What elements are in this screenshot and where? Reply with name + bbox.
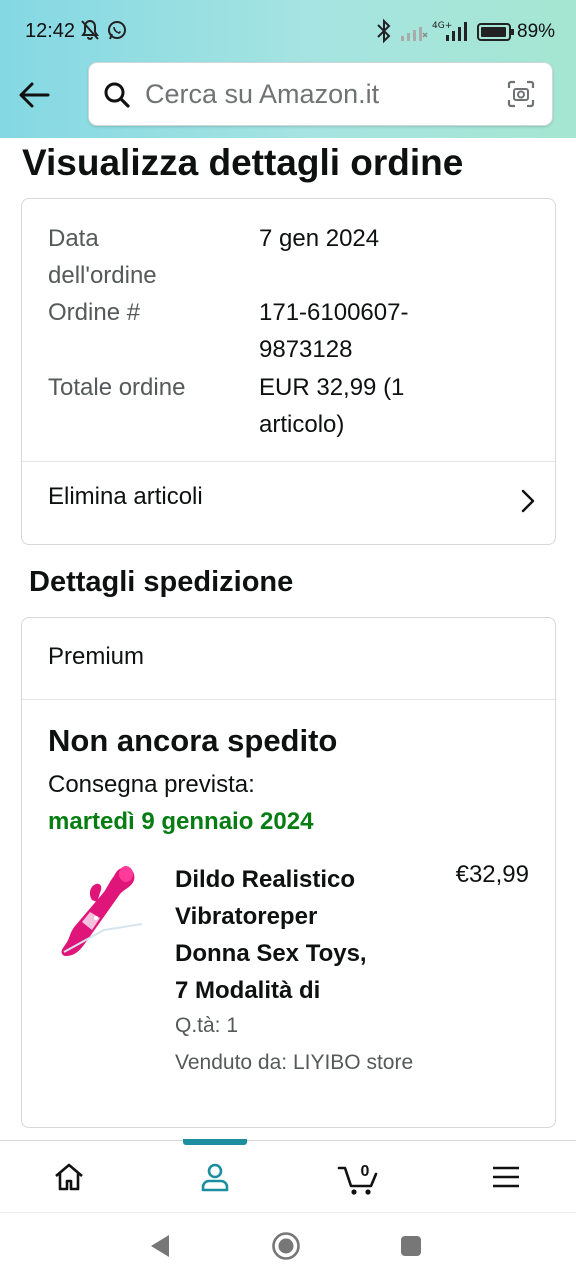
chevron-right-icon[interactable]	[521, 489, 535, 518]
recents-square-icon[interactable]	[400, 1235, 422, 1262]
product-seller: Venduto da: LIYIBO store	[175, 1051, 414, 1074]
product-price: €32,99	[455, 861, 529, 888]
status-bar: 12:42 4G+ 89%	[0, 0, 576, 64]
mute-icon	[79, 18, 101, 47]
network-type-label: 4G+	[432, 21, 452, 31]
system-navigation-bar	[0, 1212, 576, 1280]
back-arrow-icon	[19, 82, 50, 108]
divider	[22, 461, 555, 462]
shipping-service: Premium	[48, 643, 145, 670]
signal-icon-2: 4G+	[432, 19, 470, 48]
back-triangle-icon[interactable]	[148, 1233, 172, 1264]
menu-icon	[493, 1166, 519, 1188]
order-number-line1: 171-6100607-	[259, 299, 409, 326]
nav-menu[interactable]	[486, 1157, 526, 1197]
shipment-card: Premium Non ancora spedito Consegna prev…	[21, 617, 556, 1128]
status-time: 12:42	[25, 20, 76, 42]
page-title: Visualizza dettagli ordine	[22, 142, 464, 183]
delivery-estimate-label: Consegna prevista:	[48, 771, 255, 798]
nav-cart[interactable]: 0	[335, 1157, 385, 1197]
order-number-label: Ordine #	[48, 299, 141, 326]
order-total-line1: EUR 32,99 (1	[259, 374, 405, 401]
order-total-line2: articolo)	[259, 411, 345, 438]
shipment-status: Non ancora spedito	[48, 723, 338, 758]
order-total-label: Totale ordine	[48, 374, 186, 401]
order-date-label-line1: Data	[48, 225, 99, 252]
bottom-navigation: 0	[0, 1139, 576, 1212]
order-summary-card: Data dell'ordine 7 gen 2024 Ordine # 171…	[21, 198, 556, 545]
home-circle-icon[interactable]	[271, 1231, 301, 1266]
camera-scan-icon[interactable]	[506, 79, 536, 114]
order-date-label-line2: dell'ordine	[48, 262, 157, 289]
app-header: 12:42 4G+ 89% Cerca su Amazon.it	[0, 0, 576, 138]
search-box[interactable]: Cerca su Amazon.it	[88, 62, 553, 126]
cart-count: 0	[361, 1163, 370, 1180]
signal-icon-1	[400, 24, 428, 47]
product-image[interactable]	[52, 860, 143, 970]
battery-percent: 89%	[517, 21, 556, 42]
delivery-estimate-date: martedì 9 gennaio 2024	[48, 808, 314, 835]
product-title-line1: Dildo Realistico	[175, 866, 356, 893]
product-title-line3: Donna Sex Toys,	[175, 940, 367, 967]
search-input[interactable]: Cerca su Amazon.it	[145, 79, 379, 110]
order-number-line2: 9873128	[259, 336, 353, 363]
order-date-label: Data dell'ordine	[48, 220, 157, 294]
home-icon	[55, 1163, 83, 1191]
order-date-value: 7 gen 2024	[259, 225, 380, 252]
nav-home[interactable]	[49, 1157, 89, 1197]
product-title[interactable]: Dildo Realistico Vibratoreper Donna Sex …	[175, 861, 410, 1009]
product-title-line4: 7 Modalità di	[175, 977, 321, 1004]
shipping-section-title: Dettagli spedizione	[29, 566, 294, 598]
order-number-value: 171-6100607- 9873128	[259, 294, 408, 368]
battery-icon	[477, 22, 515, 47]
order-total-value: EUR 32,99 (1 articolo)	[259, 369, 404, 443]
account-icon	[201, 1163, 229, 1192]
product-quantity: Q.tà: 1	[175, 1014, 239, 1037]
bluetooth-icon	[374, 18, 394, 49]
divider	[22, 699, 555, 700]
product-title-line2: Vibratoreper	[175, 903, 318, 930]
whatsapp-icon	[106, 18, 128, 47]
search-icon	[103, 81, 131, 114]
active-tab-indicator	[183, 1139, 247, 1145]
nav-account[interactable]	[195, 1157, 235, 1197]
back-button[interactable]	[14, 76, 54, 114]
cart-icon: 0	[337, 1163, 378, 1195]
remove-items-link[interactable]: Elimina articoli	[48, 483, 203, 511]
